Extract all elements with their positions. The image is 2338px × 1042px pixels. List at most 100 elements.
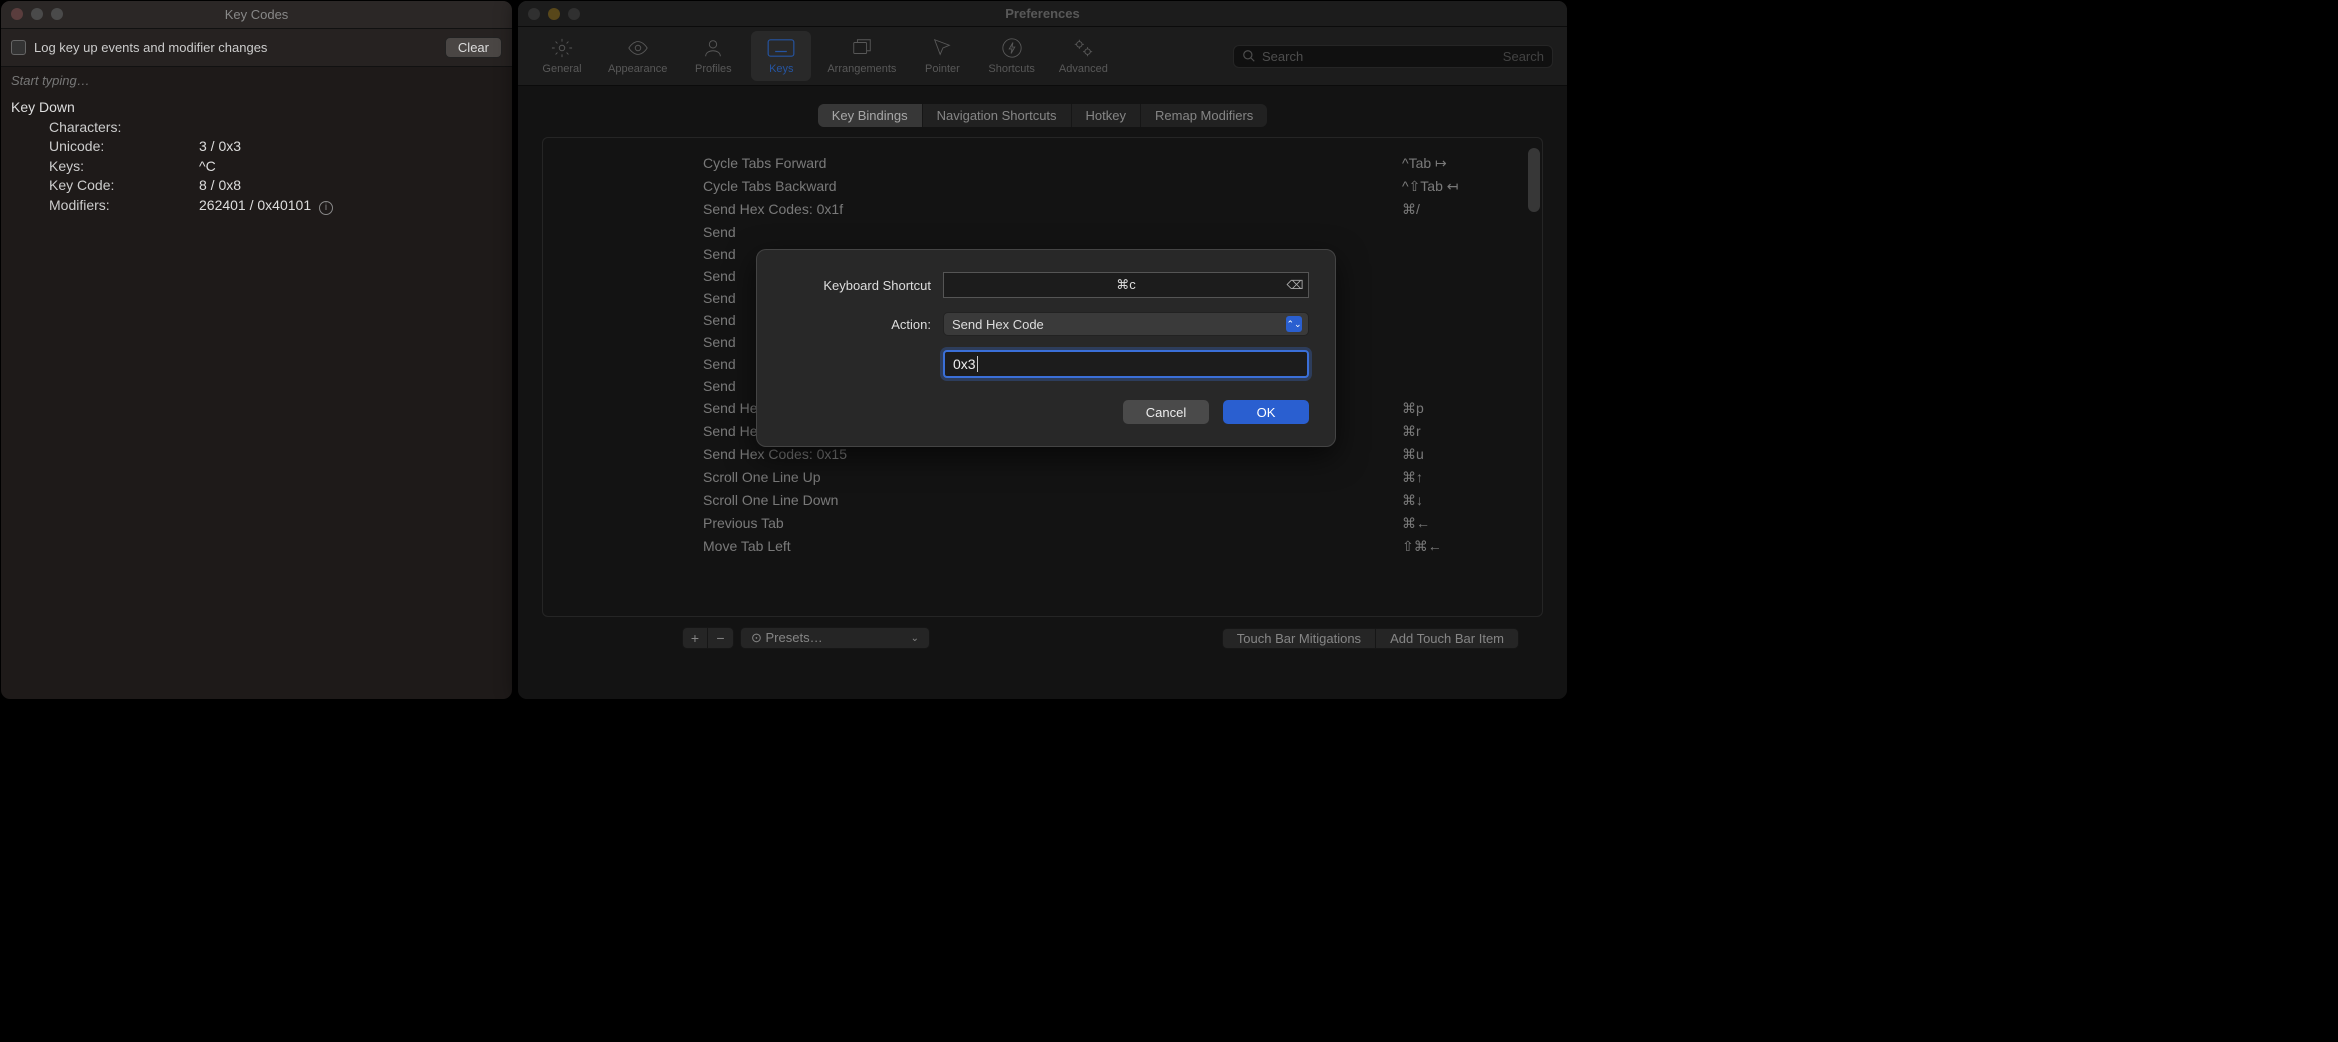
- binding-row[interactable]: Scroll One Line Down ⌘↓: [543, 489, 1542, 512]
- binding-key: ^⇧Tab ↤: [1402, 178, 1502, 195]
- binding-row[interactable]: Send Hex Codes: 0x1f⌘/: [543, 198, 1542, 221]
- binding-action: Send: [703, 312, 736, 328]
- search-icon: [1242, 49, 1256, 63]
- toolbar-pointer[interactable]: Pointer: [912, 31, 972, 81]
- binding-row[interactable]: Previous Tab⌘←: [543, 512, 1542, 535]
- close-icon[interactable]: [528, 8, 540, 20]
- toolbar-search-field[interactable]: Search Search: [1233, 45, 1553, 68]
- unicode-label: Unicode:: [49, 137, 199, 157]
- binding-row[interactable]: Move Tab Left⇧⌘←: [543, 535, 1542, 558]
- seg-remap-modifiers[interactable]: Remap Modifiers: [1141, 104, 1267, 127]
- toolbar-profiles[interactable]: Profiles: [683, 31, 743, 81]
- zoom-icon[interactable]: [51, 8, 63, 20]
- close-icon[interactable]: [11, 8, 23, 20]
- binding-key: ⌘r: [1402, 423, 1502, 440]
- unicode-value: 3 / 0x3: [199, 137, 502, 157]
- toolbar-advanced[interactable]: Advanced: [1051, 31, 1116, 81]
- minimize-icon[interactable]: [31, 8, 43, 20]
- toolbar-arrangements[interactable]: Arrangements: [819, 31, 904, 81]
- touchbar-mitigations-button[interactable]: Touch Bar Mitigations: [1222, 628, 1376, 649]
- binding-action: Send: [703, 246, 736, 262]
- remove-binding-button[interactable]: −: [708, 627, 734, 649]
- binding-key: ⌘u: [1402, 446, 1502, 463]
- modifiers-value: 262401 / 0x40101 i: [199, 196, 502, 216]
- binding-action: Send: [703, 334, 736, 350]
- binding-row[interactable]: Cycle Tabs Forward ^Tab ↦: [543, 152, 1542, 175]
- clear-shortcut-icon[interactable]: ⌫: [1286, 277, 1304, 293]
- prefs-toolbar: General Appearance Profiles Keys Arrange…: [518, 27, 1567, 86]
- characters-label: Characters:: [49, 118, 199, 138]
- prefs-title: Preferences: [528, 6, 1557, 21]
- keycode-value: 8 / 0x8: [199, 176, 502, 196]
- bolt-icon: [998, 37, 1026, 59]
- binding-key: [1402, 378, 1502, 394]
- binding-key: ⌘↑: [1402, 469, 1502, 486]
- binding-key: [1402, 268, 1502, 284]
- preferences-window: Preferences General Appearance Profiles …: [517, 0, 1568, 700]
- add-binding-button[interactable]: +: [682, 627, 708, 649]
- toolbar-keys[interactable]: Keys: [751, 31, 811, 81]
- modifiers-label: Modifiers:: [49, 196, 199, 216]
- seg-key-bindings[interactable]: Key Bindings: [818, 104, 923, 127]
- action-label: Action:: [783, 317, 943, 332]
- event-heading: Key Down: [11, 98, 502, 118]
- binding-key: [1402, 246, 1502, 262]
- prefs-titlebar: Preferences: [518, 1, 1567, 27]
- keycodes-typing-field[interactable]: Start typing…: [1, 67, 512, 94]
- minimize-icon[interactable]: [548, 8, 560, 20]
- binding-key: [1402, 356, 1502, 372]
- person-icon: [699, 37, 727, 59]
- pointer-icon: [928, 37, 956, 59]
- action-select[interactable]: Send Hex Code ⌃⌄: [943, 312, 1309, 336]
- chevron-down-icon: ⌄: [911, 633, 919, 644]
- hex-code-input[interactable]: 0x3: [943, 350, 1309, 378]
- cancel-button[interactable]: Cancel: [1123, 400, 1209, 424]
- binding-key: ^Tab ↦: [1402, 155, 1502, 172]
- zoom-icon[interactable]: [568, 8, 580, 20]
- keys-label: Keys:: [49, 157, 199, 177]
- binding-action: Cycle Tabs Backward: [703, 178, 837, 195]
- gears-icon: [1069, 37, 1097, 59]
- keyboard-icon: [767, 37, 795, 59]
- binding-action: Send Hex Codes: 0x15: [703, 446, 847, 463]
- toolbar-appearance[interactable]: Appearance: [600, 31, 675, 81]
- binding-action: Cycle Tabs Forward: [703, 155, 826, 172]
- binding-key: [1402, 224, 1502, 240]
- toolbar-shortcuts[interactable]: Shortcuts: [980, 31, 1042, 81]
- binding-action: Scroll One Line Down: [703, 492, 838, 509]
- keycode-label: Key Code:: [49, 176, 199, 196]
- add-touchbar-item-button[interactable]: Add Touch Bar Item: [1376, 628, 1519, 649]
- binding-action: Move Tab Left: [703, 538, 791, 555]
- shortcut-input[interactable]: ⌘c ⌫: [943, 272, 1309, 298]
- info-icon[interactable]: i: [319, 201, 333, 215]
- binding-action: Send: [703, 224, 736, 240]
- binding-key: [1402, 334, 1502, 350]
- binding-key: ⌘/: [1402, 201, 1502, 218]
- eye-icon: [624, 37, 652, 59]
- binding-row[interactable]: Send: [543, 221, 1542, 243]
- gear-icon: [548, 37, 576, 59]
- binding-action: Send: [703, 356, 736, 372]
- log-events-label: Log key up events and modifier changes: [34, 40, 267, 55]
- binding-action: Send: [703, 378, 736, 394]
- ok-button[interactable]: OK: [1223, 400, 1309, 424]
- scrollbar-thumb[interactable]: [1528, 148, 1540, 212]
- toolbar-general[interactable]: General: [532, 31, 592, 81]
- log-events-checkbox[interactable]: [11, 40, 26, 55]
- binding-key: ⌘↓: [1402, 492, 1502, 509]
- binding-row[interactable]: Scroll One Line Up ⌘↑: [543, 466, 1542, 489]
- chevron-updown-icon: ⌃⌄: [1286, 316, 1302, 332]
- binding-key: [1402, 290, 1502, 306]
- binding-row[interactable]: Cycle Tabs Backward ^⇧Tab ↤: [543, 175, 1542, 198]
- keycodes-titlebar: Key Codes: [1, 1, 512, 29]
- seg-hotkey[interactable]: Hotkey: [1072, 104, 1141, 127]
- binding-action: Previous Tab: [703, 515, 784, 532]
- presets-dropdown[interactable]: ⊙ Presets… ⌄: [740, 627, 930, 649]
- shortcut-label: Keyboard Shortcut: [783, 278, 943, 293]
- seg-nav-shortcuts[interactable]: Navigation Shortcuts: [923, 104, 1072, 127]
- edit-binding-sheet: Keyboard Shortcut ⌘c ⌫ Action: Send Hex …: [756, 249, 1336, 447]
- characters-value: [199, 118, 502, 138]
- clear-button[interactable]: Clear: [445, 37, 502, 58]
- keys-value: ^C: [199, 157, 502, 177]
- binding-action: Scroll One Line Up: [703, 469, 821, 486]
